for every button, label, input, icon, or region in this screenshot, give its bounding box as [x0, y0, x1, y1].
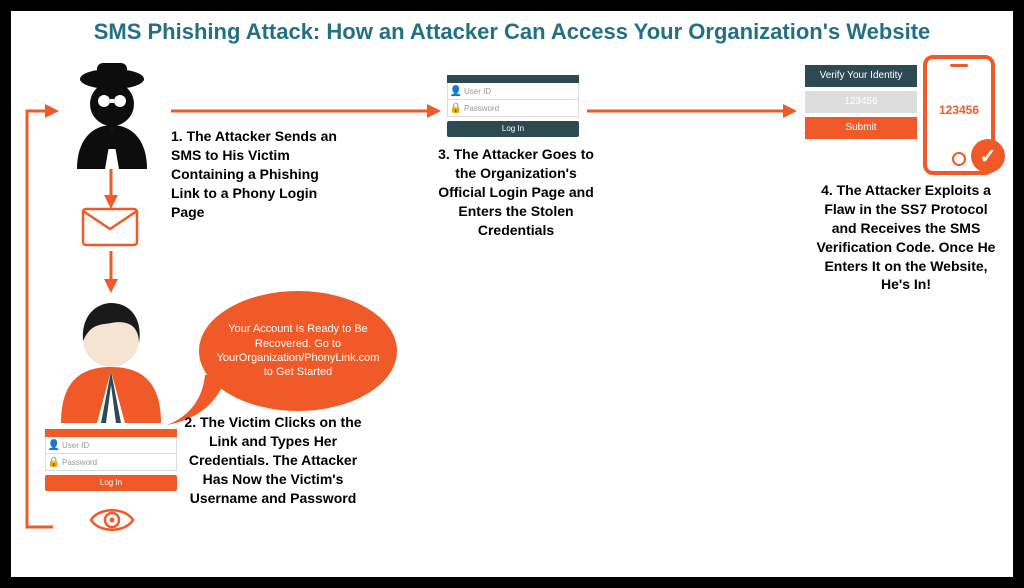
- phone-sms-code: 123456: [927, 103, 991, 117]
- envelope-icon: [81, 207, 139, 247]
- arrow-attacker-to-login: [171, 101, 441, 121]
- eye-icon: [89, 505, 135, 535]
- verify-header: Verify Your Identity: [805, 65, 917, 87]
- diagram-frame: SMS Phishing Attack: How an Attacker Can…: [10, 10, 1014, 578]
- login-form-official: 👤User ID 🔒Password Log In: [447, 75, 579, 137]
- arrow-victim-to-attacker: [13, 101, 63, 531]
- user-icon: 👤: [448, 86, 464, 97]
- page-title: SMS Phishing Attack: How an Attacker Can…: [11, 19, 1013, 45]
- victim-icon: [51, 293, 171, 423]
- password-field-label: Password: [62, 458, 97, 467]
- step-4-text: 4. The Attacker Exploits a Flaw in the S…: [811, 181, 1001, 294]
- sms-bubble-text: Your Account Is Ready to Be Recovered. G…: [213, 322, 383, 379]
- step-3-text: 3. The Attacker Goes to the Organization…: [431, 145, 601, 239]
- user-field-label: User ID: [62, 441, 89, 450]
- arrow-attacker-to-envelope: [101, 169, 121, 209]
- password-field-label: Password: [464, 104, 499, 113]
- login-button: Log In: [447, 121, 579, 137]
- arrow-login-to-verify: [587, 101, 797, 121]
- login-button: Log In: [45, 475, 177, 491]
- verify-panel: Verify Your Identity 123456 Submit: [805, 65, 917, 143]
- attacker-icon: [57, 59, 167, 169]
- check-badge-icon: ✓: [971, 139, 1005, 173]
- user-field-label: User ID: [464, 87, 491, 96]
- verify-code-input: 123456: [805, 91, 917, 113]
- verify-submit-button: Submit: [805, 117, 917, 139]
- arrow-envelope-to-victim: [101, 251, 121, 293]
- login-form-phony: 👤User ID 🔒Password Log In: [45, 429, 177, 491]
- sms-speech-bubble: Your Account Is Ready to Be Recovered. G…: [199, 291, 397, 411]
- step-2-text: 2. The Victim Clicks on the Link and Typ…: [183, 413, 363, 507]
- lock-icon: 🔒: [448, 103, 464, 114]
- step-1-text: 1. The Attacker Sends an SMS to His Vict…: [171, 127, 351, 221]
